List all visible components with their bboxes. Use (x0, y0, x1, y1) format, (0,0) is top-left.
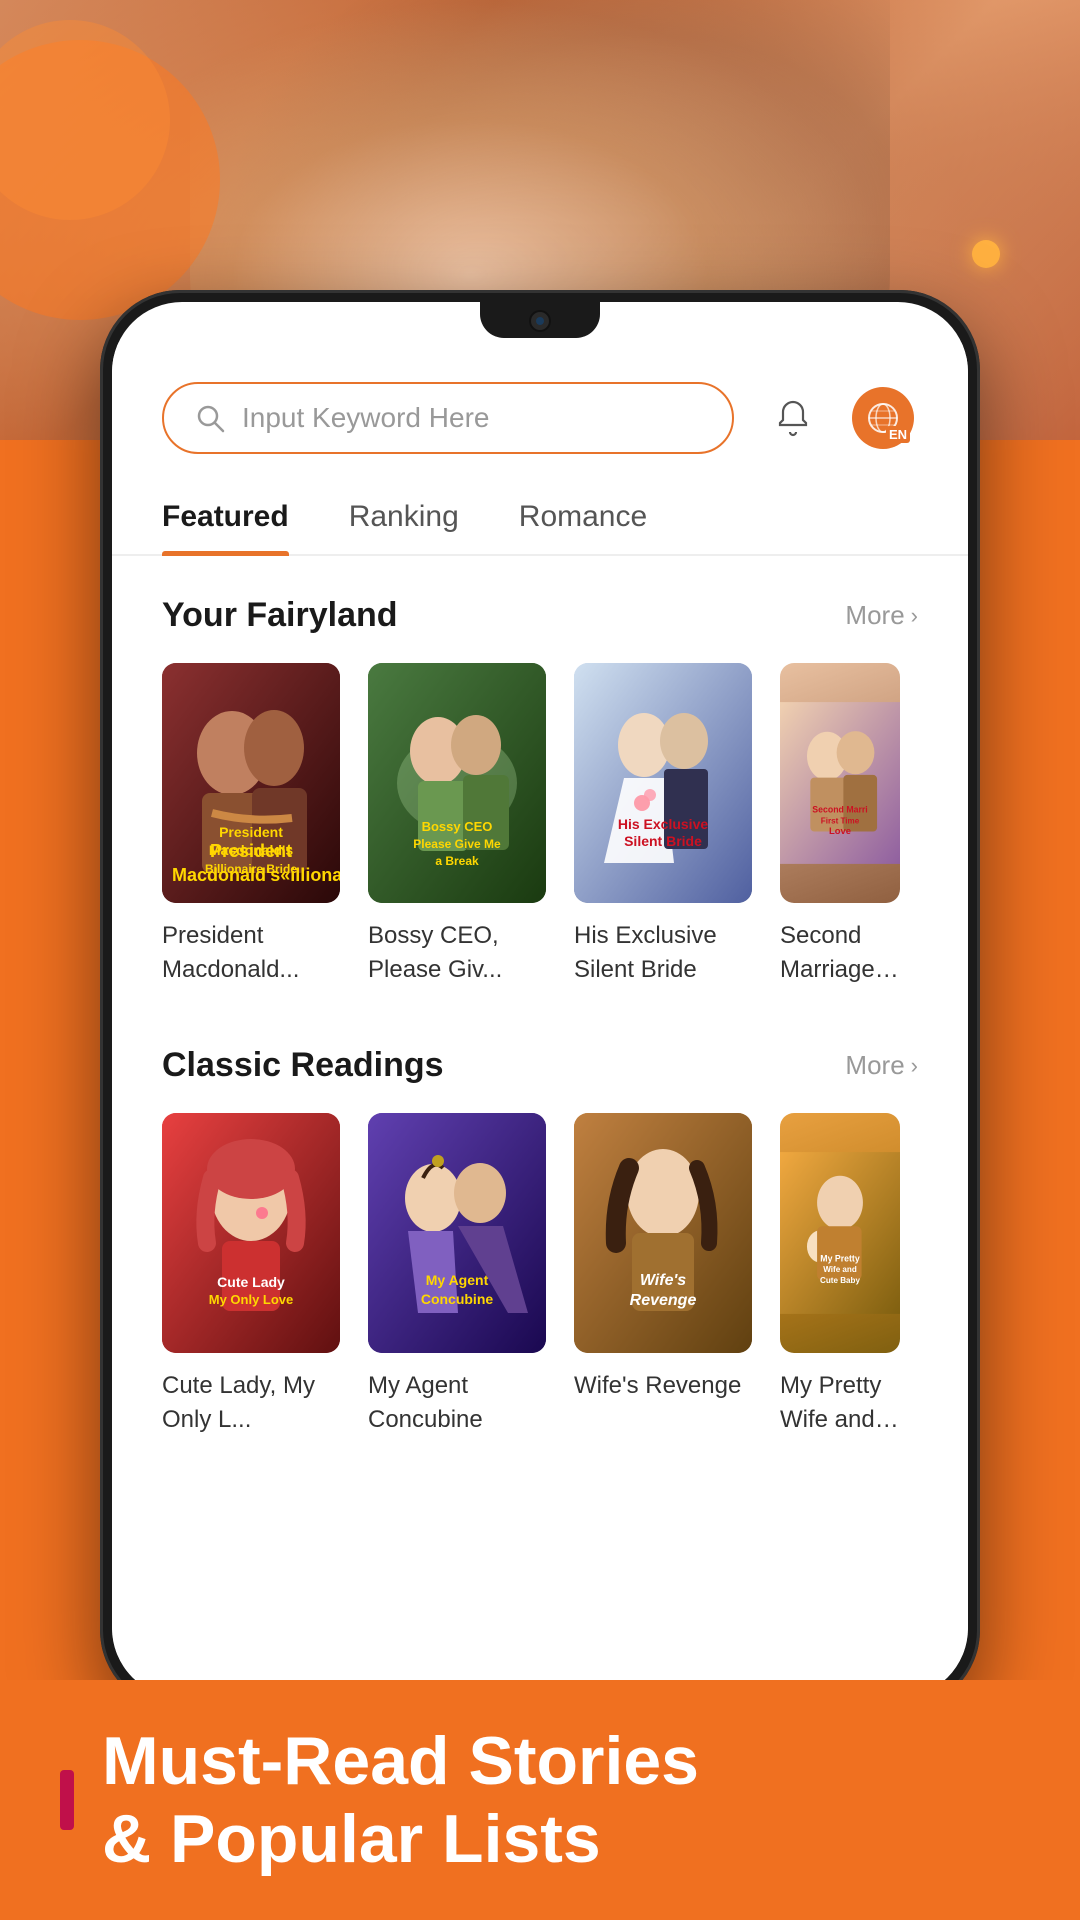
fairyland-section: Your Fairyland More › (112, 566, 968, 996)
header-icons: EN (758, 383, 918, 453)
svg-text:a Break: a Break (435, 854, 479, 868)
search-area: Input Keyword Here (112, 342, 968, 474)
classic-header: Classic Readings More › (162, 1046, 918, 1085)
svg-text:Wife and: Wife and (823, 1265, 857, 1274)
svg-text:Wife's: Wife's (640, 1272, 686, 1289)
book-cover-agent: My Agent Concubine (368, 1113, 546, 1353)
exclusive-cover-art: His Exclusive Silent Bride (574, 663, 752, 903)
book-cover-exclusive: His Exclusive Silent Bride (574, 663, 752, 903)
tagline-accent-bar (60, 1770, 74, 1830)
svg-text:Cute Baby: Cute Baby (820, 1276, 860, 1285)
svg-text:My Agent: My Agent (426, 1272, 489, 1288)
book-card-agent[interactable]: My Agent Concubine My Agent Concubine (368, 1113, 546, 1436)
book-title-wifes: Wife's Revenge (574, 1369, 752, 1403)
fairyland-books-row: President Macdonald's Billionaire Bride … (162, 663, 918, 986)
more-chevron-icon: › (911, 603, 918, 629)
screen-content: Input Keyword Here (112, 342, 968, 1698)
book-title-exclusive: His Exclusive Silent Bride (574, 919, 752, 986)
tagline-text: Must-Read Stories& Popular Lists (102, 1722, 699, 1878)
book-title-bossy: Bossy CEO, Please Giv... (368, 919, 546, 986)
tagline-section: Must-Read Stories& Popular Lists (0, 1680, 1080, 1920)
book-title-cute: Cute Lady, My Only L... (162, 1369, 340, 1436)
book-cover-bossy: Bossy CEO Please Give Me a Break (368, 663, 546, 903)
book-card-pretty[interactable]: My Pretty Wife and Cute Baby My Pretty W… (780, 1113, 900, 1436)
svg-text:Please Give Me: Please Give Me (413, 837, 501, 851)
notification-button[interactable] (758, 383, 828, 453)
book-title-pretty: My Pretty Wife and C... (780, 1369, 900, 1436)
book-title-agent: My Agent Concubine (368, 1369, 546, 1436)
phone-screen: Input Keyword Here (112, 302, 968, 1698)
lang-btn-inner: EN (852, 387, 914, 449)
tab-featured[interactable]: Featured (162, 484, 289, 554)
svg-text:My Only Love: My Only Love (209, 1292, 294, 1307)
agent-cover-art: My Agent Concubine (368, 1113, 546, 1353)
fairyland-title: Your Fairyland (162, 596, 398, 635)
svg-text:Concubine: Concubine (421, 1291, 494, 1307)
fairyland-more[interactable]: More › (845, 600, 918, 631)
book-cover-wifes: Wife's Revenge (574, 1113, 752, 1353)
president-cover-art: President Macdonald's Billionaire Bride (162, 663, 340, 903)
search-icon (194, 402, 226, 434)
book-cover-cute: Cute Lady My Only Love (162, 1113, 340, 1353)
svg-text:Macdonald's: Macdonald's (209, 842, 293, 858)
fairyland-header: Your Fairyland More › (162, 596, 918, 635)
cute-cover-art: Cute Lady My Only Love (162, 1113, 340, 1353)
search-bar[interactable]: Input Keyword Here (162, 382, 734, 454)
book-card-bossy[interactable]: Bossy CEO Please Give Me a Break Bossy C… (368, 663, 546, 986)
book-card-exclusive[interactable]: His Exclusive Silent Bride His Exclusive… (574, 663, 752, 986)
svg-text:First Time: First Time (821, 816, 860, 825)
svg-text:Billionaire Bride: Billionaire Bride (205, 862, 297, 876)
classic-books-row: Cute Lady My Only Love Cute Lady, My Onl… (162, 1113, 918, 1436)
scroll-area[interactable]: Input Keyword Here (112, 342, 968, 1698)
book-cover-president: President Macdonald's Billionaire Bride (162, 663, 340, 903)
svg-text:Bossy CEO: Bossy CEO (422, 819, 493, 834)
svg-text:Love: Love (829, 825, 851, 836)
classic-section: Classic Readings More › (112, 1016, 968, 1446)
pretty-cover-art: My Pretty Wife and Cute Baby (780, 1113, 900, 1353)
phone-notch (480, 302, 600, 338)
bell-icon (771, 396, 815, 440)
classic-title: Classic Readings (162, 1046, 444, 1085)
svg-text:Second Marri: Second Marri (812, 805, 867, 815)
book-card-cute[interactable]: Cute Lady My Only Love Cute Lady, My Onl… (162, 1113, 340, 1436)
svg-text:President: President (219, 824, 283, 840)
tab-ranking[interactable]: Ranking (349, 484, 459, 554)
phone-frame: Input Keyword Here (100, 290, 980, 1710)
book-cover-pretty: My Pretty Wife and Cute Baby (780, 1113, 900, 1353)
classic-chevron-icon: › (911, 1053, 918, 1079)
svg-text:His Exclusive: His Exclusive (618, 816, 708, 832)
search-placeholder: Input Keyword Here (242, 402, 489, 434)
front-camera (529, 310, 551, 332)
book-cover-second: Second Marri First Time Love (780, 663, 900, 903)
wifes-cover-art: Wife's Revenge (574, 1113, 752, 1353)
second-cover-art: Second Marri First Time Love (780, 663, 900, 903)
svg-text:Cute Lady: Cute Lady (217, 1274, 285, 1290)
book-card-president[interactable]: President Macdonald's Billionaire Bride … (162, 663, 340, 986)
lang-code-text: EN (886, 426, 910, 443)
book-card-second[interactable]: Second Marri First Time Love Second Marr… (780, 663, 900, 986)
tabs-row: Featured Ranking Romance (112, 474, 968, 556)
bossy-cover-art: Bossy CEO Please Give Me a Break (368, 663, 546, 903)
book-title-second: Second Marriage, ... (780, 919, 900, 986)
language-button[interactable]: EN (848, 383, 918, 453)
svg-text:Silent Bride: Silent Bride (624, 833, 702, 849)
svg-text:My Pretty: My Pretty (820, 1254, 860, 1264)
deco-dot (972, 240, 1000, 268)
svg-text:Revenge: Revenge (630, 1292, 697, 1309)
classic-more[interactable]: More › (845, 1050, 918, 1081)
book-card-wifes[interactable]: Wife's Revenge Wife's Revenge (574, 1113, 752, 1436)
book-title-president: President Macdonald... (162, 919, 340, 986)
tab-romance[interactable]: Romance (519, 484, 647, 554)
